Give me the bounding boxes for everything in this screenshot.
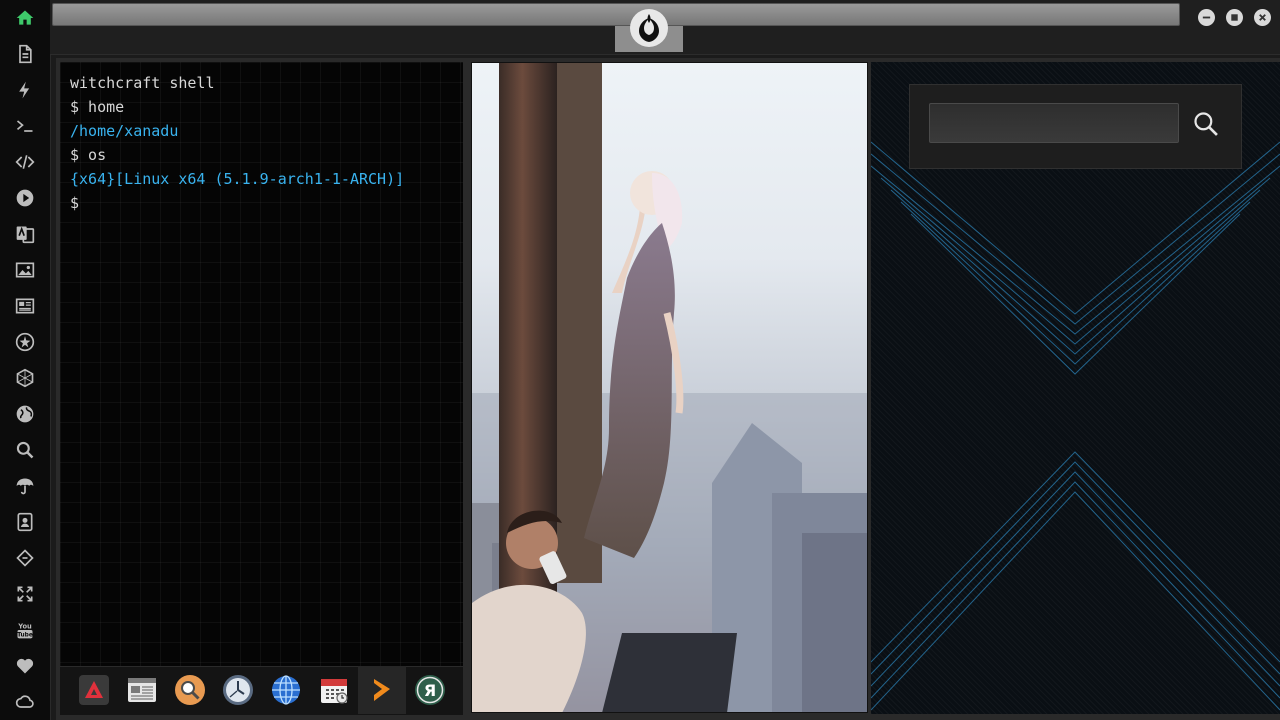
play-icon[interactable] [13, 186, 37, 210]
terminal-line: $ home [70, 98, 125, 116]
terminal-line: witchcraft shell [70, 74, 215, 92]
maximize-icon[interactable] [1226, 9, 1243, 26]
terminal-icon[interactable] [13, 114, 37, 138]
clock-app-icon[interactable] [221, 673, 255, 707]
hexagon-network-icon[interactable] [13, 366, 37, 390]
expand-icon[interactable] [13, 582, 37, 606]
heart-icon[interactable] [13, 654, 37, 678]
terminal-output: {x64}[Linux x64 (5.1.9-arch1-1-ARCH)] [70, 170, 405, 188]
arch-app-icon[interactable] [77, 673, 111, 707]
sublime-text-icon[interactable] [365, 673, 399, 707]
app-sidebar: You Tube [0, 0, 51, 720]
search-icon[interactable] [13, 438, 37, 462]
terminal-panel[interactable]: witchcraft shell $ home /home/xanadu $ o… [60, 62, 463, 666]
close-icon[interactable] [1254, 9, 1271, 26]
terminal-output: /home/xanadu [70, 122, 179, 140]
browser-globe-icon[interactable] [269, 673, 303, 707]
terminal-prompt[interactable]: $ [70, 192, 453, 216]
translate-icon[interactable] [13, 222, 37, 246]
search-app-icon[interactable] [173, 673, 207, 707]
search-input[interactable] [929, 103, 1179, 143]
rebel-alliance-icon[interactable] [13, 330, 37, 354]
contacts-icon[interactable] [13, 510, 37, 534]
umbrella-icon[interactable] [13, 474, 37, 498]
svg-text:Я: Я [424, 681, 436, 700]
youtube-icon[interactable]: You Tube [13, 618, 37, 642]
rebel-alliance-icon [630, 9, 668, 47]
news-app-icon[interactable] [125, 673, 159, 707]
image-icon[interactable] [13, 258, 37, 282]
terminal-line: $ os [70, 146, 107, 164]
svg-text:You: You [17, 622, 32, 630]
document-icon[interactable] [13, 42, 37, 66]
code-icon[interactable] [13, 150, 37, 174]
wallpaper-photo [471, 62, 868, 713]
home-icon[interactable] [13, 6, 37, 30]
photo-illustration [472, 63, 867, 712]
globe-icon[interactable] [13, 402, 37, 426]
lightning-icon[interactable] [13, 78, 37, 102]
search-icon[interactable] [1190, 108, 1222, 140]
calendar-app-icon[interactable] [317, 673, 351, 707]
cloud-icon[interactable] [13, 690, 37, 714]
minimize-icon[interactable] [1198, 9, 1215, 26]
diamond-code-icon[interactable] [13, 546, 37, 570]
title-bar-field[interactable] [52, 3, 1180, 26]
newspaper-icon[interactable] [13, 294, 37, 318]
svg-text:Tube: Tube [17, 633, 33, 639]
yandex-icon[interactable]: Я [413, 673, 447, 707]
